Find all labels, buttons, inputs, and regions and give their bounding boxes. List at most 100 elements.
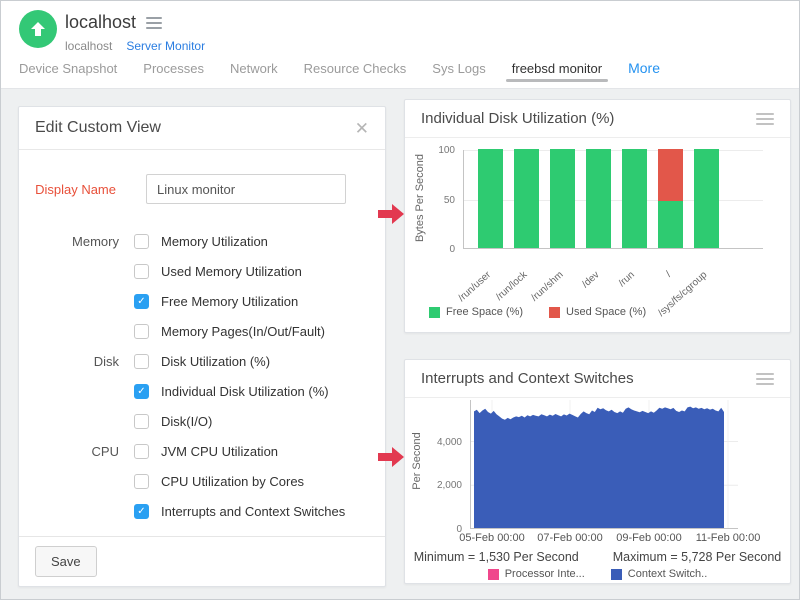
dialog-title: Edit Custom View <box>35 119 161 137</box>
annotation-arrow-interrupts <box>378 447 404 467</box>
tab-more[interactable]: More <box>628 52 660 88</box>
checkbox-label-cpu-utilization-by-cores: CPU Utilization by Cores <box>161 474 304 489</box>
checkbox-disk-utilization[interactable] <box>134 354 149 369</box>
bar-segment-free-space-run <box>622 149 647 248</box>
bar-run-user <box>478 149 503 248</box>
checkbox-cpu-utilization-by-cores[interactable] <box>134 474 149 489</box>
checkbox-label-interrupts-and-context-switches: Interrupts and Context Switches <box>161 504 345 519</box>
bar-segment-free-space-dev <box>586 149 611 248</box>
checkbox-label-individual-disk-utilization: Individual Disk Utilization (%) <box>161 384 329 399</box>
server-monitor-page: localhost localhost Server Monitor Devic… <box>0 0 800 600</box>
checkbox-disk-i-o[interactable] <box>134 414 149 429</box>
legend-item-free-space: Free Space (%) <box>429 306 523 318</box>
metric-row-disk-i-o: Disk(I/O) <box>19 406 385 436</box>
arrow-up-icon <box>29 20 47 38</box>
monitor-status-avatar <box>19 10 57 48</box>
chart1-plot <box>463 150 763 249</box>
group-label-memory: Memory <box>19 234 119 249</box>
metric-row-used-memory-utilization: Used Memory Utilization <box>19 256 385 286</box>
checkbox-label-jvm-cpu-utilization: JVM CPU Utilization <box>161 444 278 459</box>
chart2-plot <box>470 400 738 529</box>
bar-segment-free-space-run-shm <box>550 149 575 248</box>
chart1-menu-icon[interactable] <box>756 113 774 125</box>
checkbox-label-memory-pages-in-out-fault: Memory Pages(In/Out/Fault) <box>161 324 325 339</box>
bar-segment-free-space-run-user <box>478 149 503 248</box>
chart1-ytick-0: 0 <box>415 244 455 255</box>
legend-label-context-switch: Context Switch.. <box>628 568 707 580</box>
edit-custom-view-dialog: Edit Custom View ✕ Display Name MemoryMe… <box>18 106 386 587</box>
close-icon[interactable]: ✕ <box>355 120 369 137</box>
checkbox-individual-disk-utilization[interactable]: ✓ <box>134 384 149 399</box>
checkbox-interrupts-and-context-switches[interactable]: ✓ <box>134 504 149 519</box>
chart2-menu-icon[interactable] <box>756 373 774 385</box>
chart1-xlabel-run-lock: /run/lock <box>494 269 529 302</box>
metric-row-free-memory-utilization: ✓ Free Memory Utilization <box>19 286 385 316</box>
chart1-xlabel-sys-fs-cgroup: /sys/fs/cgroup <box>656 269 709 318</box>
tab-freebsd-monitor[interactable]: freebsd monitor <box>512 53 602 88</box>
metric-row-interrupts-and-context-switches: ✓ Interrupts and Context Switches <box>19 496 385 526</box>
display-name-label: Display Name <box>19 182 116 197</box>
metric-row-jvm-cpu-utilization: CPU JVM CPU Utilization <box>19 436 385 466</box>
metric-row-individual-disk-utilization: ✓ Individual Disk Utilization (%) <box>19 376 385 406</box>
chart2-ytick-4000: 4,000 <box>418 437 462 448</box>
chart2-minimum: Minimum = 1,530 Per Second <box>414 550 579 564</box>
group-label-cpu: CPU <box>19 444 119 459</box>
checkbox-used-memory-utilization[interactable] <box>134 264 149 279</box>
context-switch-swatch <box>611 569 622 580</box>
chart1-xlabel-dev: /dev <box>580 269 601 290</box>
bar-segment-free-space-sys-fs-cgroup <box>694 149 719 248</box>
tab-bar: Device Snapshot Processes Network Resource … <box>19 52 686 88</box>
chart1-xlabel-run-user: /run/user <box>456 269 493 304</box>
dialog-header: Edit Custom View ✕ <box>19 107 385 150</box>
processor-inte-swatch <box>488 569 499 580</box>
tab-sys-logs[interactable]: Sys Logs <box>432 53 485 88</box>
chart2-xtick-05-feb-00-00: 05-Feb 00:00 <box>447 532 537 544</box>
save-button[interactable]: Save <box>35 546 97 577</box>
interrupts-chart-card: Interrupts and Context Switches Per Seco… <box>404 359 791 584</box>
tab-device-snapshot[interactable]: Device Snapshot <box>19 53 117 88</box>
chart1-legend: Free Space (%) Used Space (%) <box>429 306 646 318</box>
tab-resource-checks[interactable]: Resource Checks <box>304 53 407 88</box>
area-chart-svg <box>470 400 738 529</box>
bar-run-shm <box>550 149 575 248</box>
page-header: localhost localhost Server Monitor Devic… <box>1 1 799 89</box>
chart2-legend: Processor Inte... Context Switch.. <box>405 568 790 580</box>
legend-item-used-space: Used Space (%) <box>549 306 646 318</box>
chart1-ytick-50: 50 <box>415 195 455 206</box>
chart1-xlabel-run: /run <box>617 269 637 289</box>
chart2-xlabels: 05-Feb 00:0007-Feb 00:0009-Feb 00:0011-F… <box>470 532 738 546</box>
page-title: localhost <box>65 12 136 33</box>
title-hamburger-icon[interactable] <box>146 17 162 29</box>
disk-utilization-chart-card: Individual Disk Utilization (%) Bytes Pe… <box>404 99 791 333</box>
checkbox-memory-utilization[interactable] <box>134 234 149 249</box>
chart1-title: Individual Disk Utilization (%) <box>421 110 614 127</box>
display-name-input[interactable] <box>146 174 346 204</box>
legend-item-context-switch: Context Switch.. <box>611 568 707 580</box>
checkbox-label-disk-utilization: Disk Utilization (%) <box>161 354 270 369</box>
bar-run <box>622 149 647 248</box>
metric-row-memory-utilization: Memory Memory Utilization <box>19 226 385 256</box>
legend-item-processor-inte: Processor Inte... <box>488 568 585 580</box>
bar-segment-free-space-run-lock <box>514 149 539 248</box>
checkbox-label-memory-utilization: Memory Utilization <box>161 234 268 249</box>
used-space-swatch <box>549 307 560 318</box>
chart2-stats: Minimum = 1,530 Per Second Maximum = 5,7… <box>405 550 790 564</box>
chart1-header: Individual Disk Utilization (%) <box>405 100 790 138</box>
checkbox-jvm-cpu-utilization[interactable] <box>134 444 149 459</box>
checkbox-memory-pages-in-out-fault[interactable] <box>134 324 149 339</box>
tab-network[interactable]: Network <box>230 53 278 88</box>
metric-row-memory-pages-in-out-fault: Memory Pages(In/Out/Fault) <box>19 316 385 346</box>
free-space-swatch <box>429 307 440 318</box>
breadcrumb-server-monitor-link[interactable]: Server Monitor <box>126 39 205 53</box>
tab-processes[interactable]: Processes <box>143 53 204 88</box>
checkbox-label-free-memory-utilization: Free Memory Utilization <box>161 294 298 309</box>
group-label-disk: Disk <box>19 354 119 369</box>
checkbox-label-disk-i-o: Disk(I/O) <box>161 414 212 429</box>
chart1-ytick-100: 100 <box>415 145 455 156</box>
checkbox-label-used-memory-utilization: Used Memory Utilization <box>161 264 302 279</box>
checkbox-free-memory-utilization[interactable]: ✓ <box>134 294 149 309</box>
chart2-header: Interrupts and Context Switches <box>405 360 790 398</box>
chart2-xtick-09-feb-00-00: 09-Feb 00:00 <box>604 532 694 544</box>
chart2-maximum: Maximum = 5,728 Per Second <box>613 550 782 564</box>
bar-dev <box>586 149 611 248</box>
